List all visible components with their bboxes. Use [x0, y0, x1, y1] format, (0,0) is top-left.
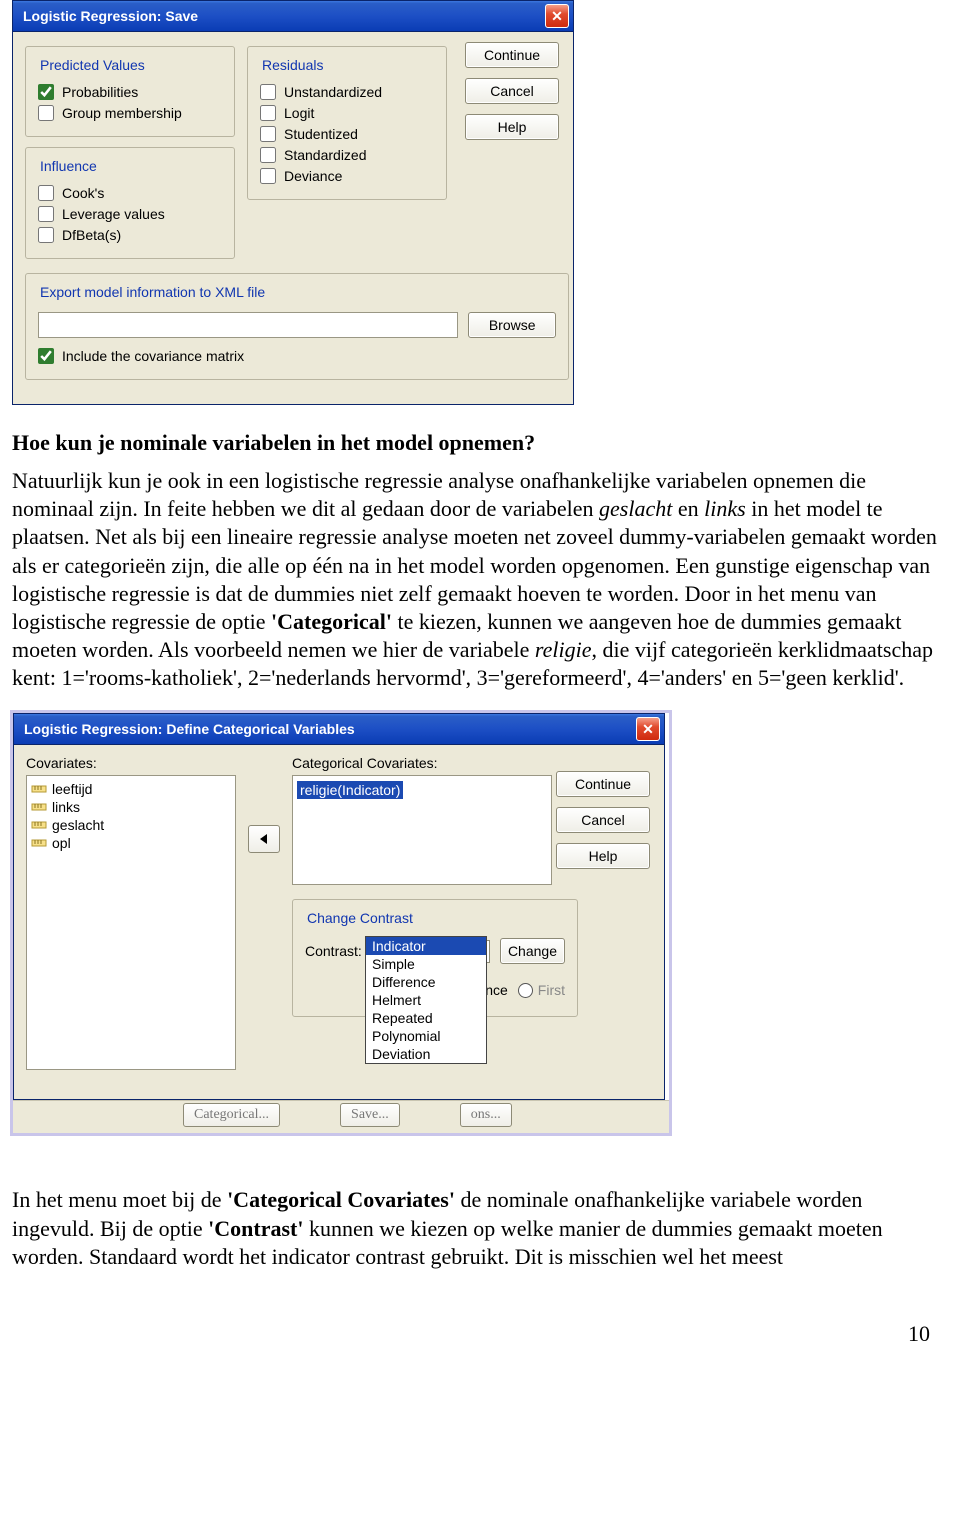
group-influence: Influence Cook's Leverage values DfBeta(…: [25, 147, 235, 259]
checkbox-standardized[interactable]: Standardized: [260, 147, 434, 163]
checkbox-probabilities[interactable]: Probabilities: [38, 84, 222, 100]
group-export-xml: Export model information to XML file Bro…: [25, 273, 569, 380]
dropdown-item[interactable]: Indicator: [366, 937, 486, 955]
scale-icon: [31, 836, 47, 850]
scale-icon: [31, 818, 47, 832]
checkbox-cooks[interactable]: Cook's: [38, 185, 222, 201]
move-left-button[interactable]: [248, 825, 280, 853]
dropdown-item[interactable]: Helmert: [366, 991, 486, 1009]
body-text: Hoe kun je nominale variabelen in het mo…: [0, 429, 960, 692]
list-item[interactable]: religie(Indicator): [297, 780, 547, 800]
contrast-dropdown[interactable]: Indicator Simple Difference Helmert Repe…: [365, 936, 487, 1064]
covariates-list[interactable]: leeftijd links geslacht opl: [26, 775, 236, 1070]
list-item[interactable]: links: [31, 798, 231, 816]
categorical-button[interactable]: Categorical...: [183, 1103, 280, 1127]
page-number: 10: [0, 1281, 960, 1347]
dropdown-item[interactable]: Deviation: [366, 1045, 486, 1063]
checkbox-dfbeta[interactable]: DfBeta(s): [38, 227, 222, 243]
scale-icon: [31, 782, 47, 796]
help-button[interactable]: Help: [556, 843, 650, 869]
cancel-button[interactable]: Cancel: [465, 78, 559, 104]
save-button[interactable]: Save...: [340, 1103, 400, 1127]
section-heading: Hoe kun je nominale variabelen in het mo…: [12, 429, 944, 457]
arrow-left-icon: [259, 834, 269, 844]
help-button[interactable]: Help: [465, 114, 559, 140]
group-residuals: Residuals Unstandardized Logit Studentiz…: [247, 46, 447, 200]
group-title: Predicted Values: [34, 57, 151, 73]
radio-first[interactable]: First: [518, 982, 565, 998]
list-item[interactable]: opl: [31, 834, 231, 852]
export-path-input[interactable]: [38, 312, 458, 338]
group-title: Change Contrast: [301, 910, 419, 926]
options-button[interactable]: ons...: [460, 1103, 512, 1127]
checkbox-logit[interactable]: Logit: [260, 105, 434, 121]
close-icon[interactable]: ✕: [545, 4, 569, 28]
continue-button[interactable]: Continue: [556, 771, 650, 797]
checkbox-deviance[interactable]: Deviance: [260, 168, 434, 184]
covariates-label: Covariates:: [26, 755, 236, 771]
continue-button[interactable]: Continue: [465, 42, 559, 68]
group-change-contrast: Change Contrast Contrast: Indicator ▾ Ch…: [292, 899, 578, 1017]
cancel-button[interactable]: Cancel: [556, 807, 650, 833]
list-item[interactable]: geslacht: [31, 816, 231, 834]
paragraph: Natuurlijk kun je ook in een logistische…: [12, 467, 944, 692]
group-title: Export model information to XML file: [34, 284, 271, 300]
group-title: Residuals: [256, 57, 329, 73]
checkbox-group-membership[interactable]: Group membership: [38, 105, 222, 121]
list-item[interactable]: leeftijd: [31, 780, 231, 798]
dialog-title: Logistic Regression: Define Categorical …: [24, 721, 636, 737]
checkbox-leverage[interactable]: Leverage values: [38, 206, 222, 222]
titlebar[interactable]: Logistic Regression: Save ✕: [13, 1, 573, 32]
dialog-define-categorical: Logistic Regression: Define Categorical …: [13, 713, 665, 1100]
body-text: In het menu moet bij de 'Categorical Cov…: [0, 1186, 960, 1270]
dialog-title: Logistic Regression: Save: [23, 8, 545, 24]
change-button[interactable]: Change: [500, 938, 565, 964]
checkbox-unstandardized[interactable]: Unstandardized: [260, 84, 434, 100]
dropdown-item[interactable]: Difference: [366, 973, 486, 991]
dropdown-item[interactable]: Repeated: [366, 1009, 486, 1027]
group-title: Influence: [34, 158, 103, 174]
categorical-covariates-label: Categorical Covariates:: [292, 755, 578, 771]
dropdown-item[interactable]: Polynomial: [366, 1027, 486, 1045]
background-buttons: Categorical... Save... ons...: [13, 1100, 669, 1133]
paragraph: In het menu moet bij de 'Categorical Cov…: [12, 1186, 944, 1270]
categorical-covariates-list[interactable]: religie(Indicator): [292, 775, 552, 885]
dialog-save: Logistic Regression: Save ✕ Continue Can…: [12, 0, 574, 405]
checkbox-studentized[interactable]: Studentized: [260, 126, 434, 142]
checkbox-include-covariance[interactable]: Include the covariance matrix: [38, 348, 556, 364]
titlebar[interactable]: Logistic Regression: Define Categorical …: [14, 714, 664, 745]
scale-icon: [31, 800, 47, 814]
browse-button[interactable]: Browse: [468, 312, 556, 338]
group-predicted-values: Predicted Values Probabilities Group mem…: [25, 46, 235, 137]
contrast-label: Contrast:: [305, 943, 362, 959]
close-icon[interactable]: ✕: [636, 717, 660, 741]
dropdown-item[interactable]: Simple: [366, 955, 486, 973]
